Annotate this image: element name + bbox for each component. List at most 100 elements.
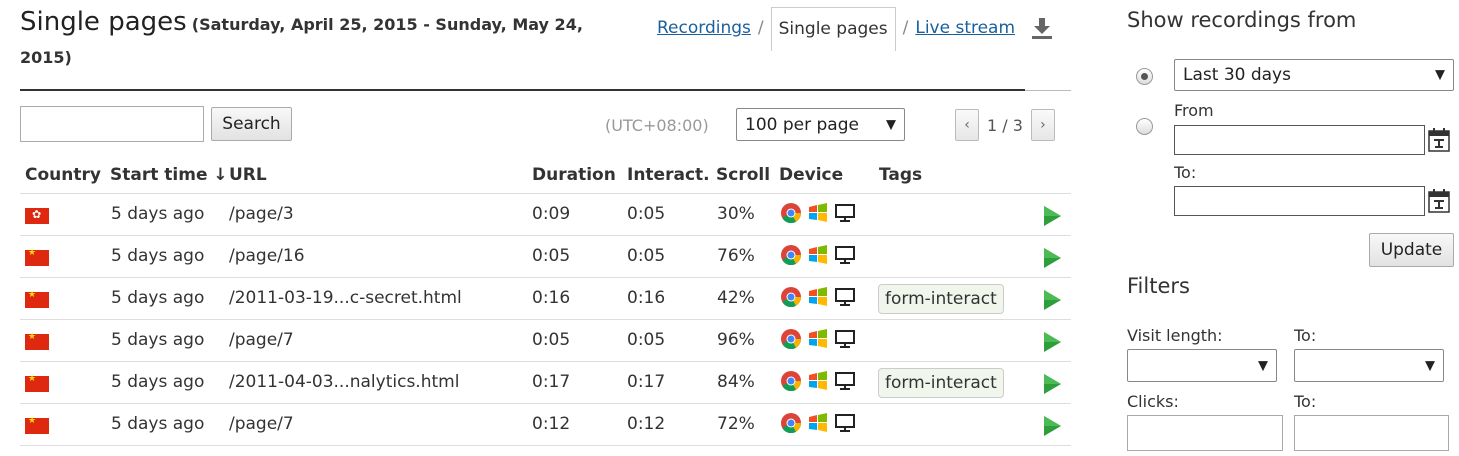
play-icon[interactable]	[1042, 331, 1062, 353]
nav-live-stream-link[interactable]: Live stream	[915, 7, 1015, 38]
country-flag-icon	[25, 208, 49, 224]
filters-title: Filters	[1127, 274, 1190, 298]
duration: 0:05	[532, 246, 571, 266]
nav-recordings-link[interactable]: Recordings	[657, 7, 751, 38]
play-icon[interactable]	[1042, 289, 1062, 311]
clicks-from-input[interactable]	[1127, 415, 1283, 451]
show-recordings-title: Show recordings from	[1127, 8, 1357, 32]
interact-time: 0:05	[627, 204, 666, 224]
duration: 0:16	[532, 288, 571, 308]
per-page-select[interactable]: 100 per page ▼	[736, 108, 905, 141]
url: /page/7	[229, 330, 294, 350]
sidebar: Show recordings from Last 30 days ▼ From…	[1127, 0, 1459, 456]
device-info	[780, 202, 856, 224]
chevron-down-icon: ▼	[1425, 358, 1435, 373]
duration: 0:09	[532, 204, 571, 224]
clicks-to-label: To:	[1294, 392, 1317, 411]
start-time: 5 days ago	[111, 288, 205, 308]
timezone-label: (UTC+08:00)	[605, 116, 709, 135]
interact-time: 0:17	[627, 372, 666, 392]
nav-single-pages-tab[interactable]: Single pages	[770, 7, 896, 51]
to-date-input[interactable]	[1174, 186, 1425, 216]
country-flag-icon	[25, 332, 49, 350]
pagination: ‹ 1 / 3 ›	[955, 109, 1055, 141]
windows-icon	[809, 329, 827, 348]
chrome-icon	[781, 329, 802, 350]
header-divider-tail	[1025, 90, 1071, 91]
range-preset-radio[interactable]	[1136, 68, 1153, 85]
table-row[interactable]: 5 days ago /page/16 0:05 0:05 76%	[20, 236, 1071, 278]
windows-icon	[809, 413, 827, 432]
duration: 0:17	[532, 372, 571, 392]
device-info	[780, 412, 856, 434]
table-row[interactable]: 5 days ago /2011-04-03...nalytics.html 0…	[20, 362, 1071, 404]
chrome-icon	[781, 203, 802, 224]
device-info	[780, 244, 856, 266]
search-input[interactable]	[20, 106, 204, 142]
desktop-icon	[835, 372, 855, 390]
table-row[interactable]: 5 days ago /2011-03-19...c-secret.html 0…	[20, 278, 1071, 320]
tag-badge[interactable]: form-interact	[878, 284, 1004, 314]
col-duration[interactable]: Duration	[532, 165, 616, 185]
table-row[interactable]: 5 days ago /page/3 0:09 0:05 30%	[20, 194, 1071, 236]
url: /page/7	[229, 414, 294, 434]
chrome-icon	[781, 413, 802, 434]
prev-page-button[interactable]: ‹	[955, 109, 979, 141]
country-flag-icon	[25, 374, 49, 392]
range-custom-radio[interactable]	[1136, 118, 1153, 135]
table-row[interactable]: 5 days ago /page/7 0:05 0:05 96%	[20, 320, 1071, 362]
col-scroll[interactable]: Scroll	[716, 165, 770, 185]
desktop-icon	[835, 288, 855, 306]
visit-length-to-label: To:	[1294, 326, 1317, 345]
col-start-time[interactable]: Start time ↓	[110, 165, 228, 185]
interact-time: 0:16	[627, 288, 666, 308]
clicks-to-input[interactable]	[1294, 415, 1449, 451]
duration: 0:12	[532, 414, 571, 434]
page-indicator: 1 / 3	[987, 115, 1023, 135]
visit-length-from-select[interactable]: ▼	[1127, 349, 1277, 382]
calendar-icon[interactable]	[1428, 189, 1450, 213]
chevron-down-icon: ▼	[1258, 358, 1268, 373]
visit-length-to-select[interactable]: ▼	[1294, 349, 1444, 382]
play-icon[interactable]	[1042, 373, 1062, 395]
search-button[interactable]: Search	[211, 107, 292, 141]
download-icon[interactable]	[1029, 15, 1055, 41]
start-time: 5 days ago	[111, 246, 205, 266]
update-button[interactable]: Update	[1369, 233, 1454, 267]
table-header: Country Start time ↓ URL Duration Intera…	[20, 158, 1071, 194]
from-label: From	[1174, 101, 1214, 120]
scroll-depth: 84%	[717, 372, 755, 392]
col-url[interactable]: URL	[229, 165, 267, 185]
desktop-icon	[835, 246, 855, 264]
windows-icon	[809, 287, 827, 306]
clicks-label: Clicks:	[1127, 392, 1179, 411]
table-row[interactable]: 5 days ago /page/7 0:12 0:12 72%	[20, 404, 1071, 446]
col-tags: Tags	[879, 165, 923, 185]
col-interact[interactable]: Interact.	[627, 165, 710, 185]
col-country[interactable]: Country	[25, 165, 101, 185]
play-icon[interactable]	[1042, 415, 1062, 437]
desktop-icon	[835, 414, 855, 432]
range-preset-value: Last 30 days	[1183, 65, 1291, 85]
next-page-button[interactable]: ›	[1030, 109, 1055, 141]
page-title: Single pages (Saturday, April 25, 2015 -…	[20, 6, 635, 74]
from-date-input[interactable]	[1174, 125, 1425, 155]
country-flag-icon	[25, 290, 49, 308]
start-time: 5 days ago	[111, 204, 205, 224]
device-info	[780, 286, 856, 308]
chevron-down-icon: ▼	[886, 117, 896, 132]
per-page-value: 100 per page	[745, 114, 859, 135]
device-info	[780, 328, 856, 350]
play-icon[interactable]	[1042, 247, 1062, 269]
visit-length-label: Visit length:	[1127, 326, 1223, 345]
to-label: To:	[1174, 163, 1197, 182]
url: /page/16	[229, 246, 305, 266]
scroll-depth: 96%	[717, 330, 755, 350]
interact-time: 0:05	[627, 330, 666, 350]
calendar-icon[interactable]	[1428, 128, 1450, 152]
tag-badge[interactable]: form-interact	[878, 368, 1004, 398]
scroll-depth: 72%	[717, 414, 755, 434]
country-flag-icon	[25, 416, 49, 434]
range-preset-select[interactable]: Last 30 days ▼	[1174, 59, 1454, 91]
play-icon[interactable]	[1042, 205, 1062, 227]
